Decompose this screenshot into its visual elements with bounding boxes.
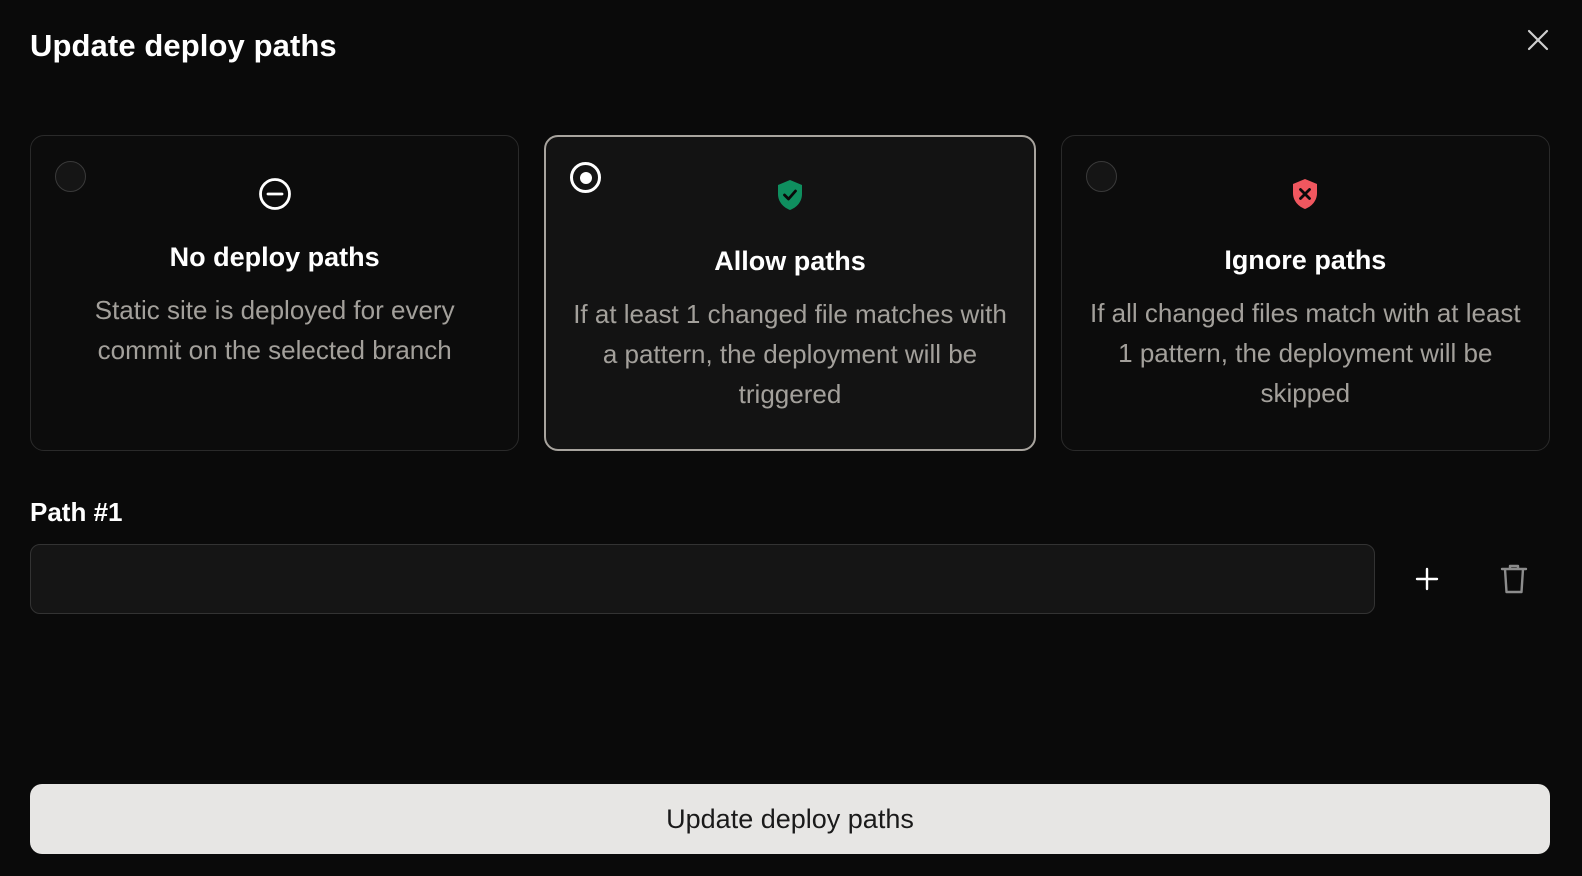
option-description: Static site is deployed for every commit…: [94, 295, 455, 365]
path-label: Path #1: [30, 497, 123, 527]
close-button[interactable]: [1524, 26, 1552, 54]
option-allow-paths[interactable]: Allow paths If at least 1 changed file m…: [544, 135, 1036, 451]
minus-circle-icon: [257, 176, 293, 212]
shield-x-icon: [1287, 176, 1323, 212]
dialog-title: Update deploy paths: [30, 28, 337, 63]
path-input[interactable]: [30, 544, 1375, 614]
close-icon: [1527, 29, 1549, 51]
delete-path-button[interactable]: [1493, 558, 1535, 600]
radio-allow-paths[interactable]: [570, 162, 602, 193]
option-title: Ignore paths: [1224, 245, 1387, 275]
trash-icon: [1500, 564, 1528, 594]
option-description: If at least 1 changed file matches with …: [573, 299, 1007, 409]
shield-check-icon: [772, 177, 808, 213]
deploy-paths-dialog: Update deploy paths No deploy paths Stat…: [0, 0, 1582, 876]
option-title: No deploy paths: [169, 242, 380, 272]
deploy-path-options: No deploy paths Static site is deployed …: [30, 135, 1550, 451]
add-path-button[interactable]: [1406, 558, 1448, 600]
option-ignore-paths[interactable]: Ignore paths If all changed files match …: [1060, 135, 1550, 451]
radio-ignore-paths[interactable]: [1085, 161, 1117, 192]
radio-no-deploy-paths[interactable]: [55, 161, 86, 192]
plus-icon: [1415, 567, 1439, 591]
option-no-deploy-paths[interactable]: No deploy paths Static site is deployed …: [30, 135, 520, 451]
update-deploy-paths-button[interactable]: Update deploy paths: [30, 784, 1550, 854]
option-description: If all changed files match with at least…: [1089, 298, 1521, 408]
option-title: Allow paths: [714, 246, 866, 276]
